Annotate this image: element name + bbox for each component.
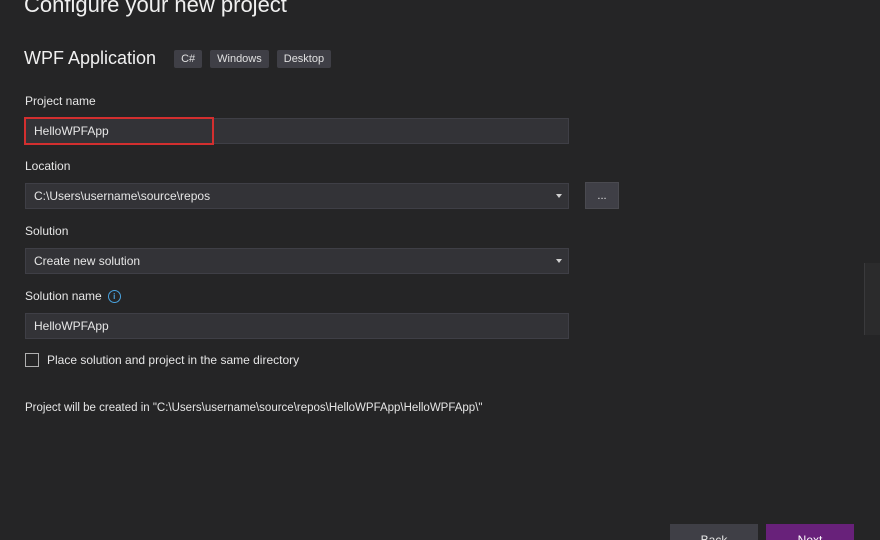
project-name-label: Project name [25,94,96,108]
same-directory-checkbox[interactable] [25,353,39,367]
tag-platform: Windows [210,49,269,68]
location-dropdown[interactable]: C:\Users\username\source\repos [25,183,569,209]
back-button[interactable]: Back [670,524,758,540]
chevron-down-icon [556,194,562,198]
configure-project-page: Configure your new project WPF Applicati… [0,0,880,540]
project-name-value: HelloWPFApp [34,124,109,138]
location-value: C:\Users\username\source\repos [34,189,211,203]
solution-name-label-text: Solution name [25,289,102,303]
tag-language: C# [174,49,203,68]
solution-name-label: Solution name i [25,289,121,304]
solution-value: Create new solution [34,254,141,268]
next-button[interactable]: Next [766,524,854,540]
tag-project-type: Desktop [276,49,332,68]
template-name: WPF Application [24,48,157,68]
info-icon[interactable]: i [107,290,121,304]
same-directory-option: Place solution and project in the same d… [25,353,299,367]
template-header: WPF Application C# Windows Desktop [24,48,339,69]
page-title: Configure your new project [24,0,287,17]
window-edge-panel [864,263,880,335]
browse-button[interactable]: ... [585,182,619,209]
location-label: Location [25,159,71,173]
project-name-input[interactable]: HelloWPFApp [25,118,569,144]
solution-name-input[interactable]: HelloWPFApp [25,313,569,339]
solution-dropdown[interactable]: Create new solution [25,248,569,274]
solution-name-value: HelloWPFApp [34,319,109,333]
same-directory-label[interactable]: Place solution and project in the same d… [47,353,299,367]
project-path-note: Project will be created in "C:\Users\use… [25,402,483,414]
solution-label: Solution [25,224,69,238]
chevron-down-icon [556,259,562,263]
